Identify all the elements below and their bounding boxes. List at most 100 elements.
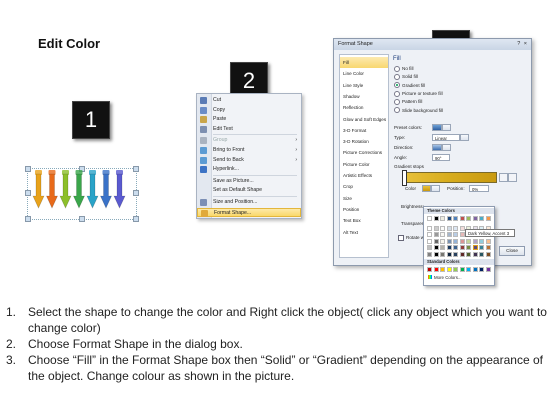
standard-color-swatch[interactable] — [427, 267, 432, 272]
standard-color-swatch[interactable] — [479, 267, 484, 272]
color-swatch[interactable] — [466, 238, 471, 244]
arrow-shape[interactable] — [100, 170, 112, 209]
nav-item-shadow[interactable]: Shadow — [340, 91, 388, 102]
nav-item-text-box[interactable]: Text Box — [340, 215, 388, 226]
radio-button[interactable] — [394, 65, 400, 72]
color-swatch[interactable] — [427, 225, 432, 231]
radio-button[interactable] — [394, 74, 400, 81]
color-swatch[interactable] — [427, 238, 432, 244]
color-swatch[interactable] — [446, 216, 452, 221]
gradient-stop-handle[interactable] — [402, 170, 407, 186]
color-swatch[interactable] — [433, 225, 439, 231]
color-swatch[interactable] — [466, 245, 471, 250]
color-swatch[interactable] — [446, 238, 452, 244]
color-swatch[interactable] — [433, 238, 439, 244]
color-swatch[interactable] — [433, 245, 439, 250]
color-swatch[interactable] — [485, 238, 491, 244]
add-stop-icon[interactable] — [499, 173, 508, 182]
nav-item-size[interactable]: Size — [340, 193, 388, 204]
arrow-shape[interactable] — [86, 170, 99, 209]
fill-option-solid-fill[interactable]: Solid fill — [394, 73, 418, 81]
direction-dropdown[interactable] — [442, 144, 451, 151]
color-swatch[interactable] — [440, 225, 445, 231]
arrow-shape[interactable] — [73, 170, 85, 209]
radio-button[interactable] — [394, 82, 400, 89]
color-swatch[interactable] — [466, 251, 471, 257]
menu-item-group[interactable]: Group › — [197, 136, 301, 145]
nav-item-crop[interactable]: Crop — [340, 181, 388, 192]
gradient-stops-bar[interactable] — [402, 170, 497, 186]
rotate-with-shape-checkbox[interactable]: Rotate w — [398, 234, 424, 242]
color-swatch[interactable] — [459, 251, 465, 257]
menu-item-format-shape[interactable]: Format Shape... — [197, 207, 301, 217]
fill-option-no-fill[interactable]: No fill — [394, 65, 414, 72]
color-swatch[interactable] — [453, 225, 458, 231]
type-select[interactable]: Linear — [432, 134, 460, 141]
standard-color-swatch[interactable] — [485, 267, 491, 272]
color-swatch[interactable] — [440, 232, 445, 237]
color-swatch[interactable] — [472, 245, 478, 250]
nav-item-line-color[interactable]: Line Color — [340, 68, 388, 79]
color-button[interactable] — [422, 185, 431, 192]
color-swatch[interactable] — [453, 216, 458, 221]
color-swatch[interactable] — [459, 225, 465, 231]
standard-color-swatch[interactable] — [446, 267, 452, 272]
color-swatch[interactable] — [479, 216, 484, 221]
menu-item-send-to-back[interactable]: Send to Back › — [197, 156, 301, 165]
menu-item-edit-text[interactable]: Edit Text — [197, 125, 301, 134]
arrow-shape[interactable] — [59, 170, 72, 209]
menu-item-save-as-picture[interactable]: Save as Picture... — [197, 177, 301, 186]
fill-option-slide-background-fill[interactable]: Slide background fill — [394, 107, 443, 114]
nav-item-reflection[interactable]: Reflection — [340, 102, 388, 113]
standard-color-swatch[interactable] — [472, 267, 478, 272]
position-input[interactable]: 0% — [469, 185, 489, 192]
radio-button[interactable] — [394, 107, 400, 114]
menu-item-size-and-position[interactable]: Size and Position... — [197, 198, 301, 207]
menu-item-paste[interactable]: Paste — [197, 115, 301, 124]
standard-color-swatch[interactable] — [433, 267, 439, 272]
arrows-graphic[interactable] — [30, 166, 134, 222]
fill-option-gradient-fill[interactable]: Gradient fill — [394, 82, 425, 89]
close-button[interactable]: Close — [499, 246, 525, 256]
color-swatch[interactable] — [472, 216, 478, 221]
standard-color-swatch[interactable] — [453, 267, 458, 272]
nav-item-3-d-format[interactable]: 3-D Format — [340, 125, 388, 136]
dialog-title-buttons[interactable]: ? × — [517, 39, 528, 50]
color-swatch[interactable] — [433, 232, 439, 237]
chevron-down-icon[interactable] — [460, 134, 469, 141]
color-swatch[interactable] — [433, 216, 439, 221]
preset-colors-dropdown[interactable] — [442, 124, 451, 131]
color-swatch[interactable] — [427, 251, 432, 257]
nav-item-line-style[interactable]: Line Style — [340, 80, 388, 91]
arrow-shape[interactable] — [113, 170, 126, 209]
menu-item-bring-to-front[interactable]: Bring to Front › — [197, 146, 301, 155]
color-swatch[interactable] — [472, 251, 478, 257]
color-swatch[interactable] — [453, 232, 458, 237]
color-swatch[interactable] — [427, 216, 432, 221]
color-swatch[interactable] — [453, 238, 458, 244]
color-swatch[interactable] — [453, 245, 458, 250]
menu-item-cut[interactable]: Cut — [197, 96, 301, 105]
radio-button[interactable] — [394, 90, 400, 97]
nav-item-fill[interactable]: Fill — [340, 57, 388, 68]
color-swatch[interactable] — [446, 251, 452, 257]
nav-item-position[interactable]: Position — [340, 204, 388, 215]
direction-button[interactable] — [432, 144, 442, 151]
fill-option-picture-or-texture-fill[interactable]: Picture or texture fill — [394, 90, 443, 97]
nav-item-picture-color[interactable]: Picture Color — [340, 159, 388, 170]
color-swatch[interactable] — [485, 251, 491, 257]
color-swatch[interactable] — [459, 238, 465, 244]
nav-item-alt-text[interactable]: Alt Text — [340, 227, 388, 238]
nav-item-glow-and-soft-edges[interactable]: Glow and Soft Edges — [340, 114, 388, 125]
arrow-shape[interactable] — [46, 170, 58, 209]
color-swatch[interactable] — [453, 251, 458, 257]
color-swatch[interactable] — [485, 245, 491, 250]
menu-item-copy[interactable]: Copy — [197, 106, 301, 115]
angle-input[interactable]: 90° — [432, 154, 450, 161]
color-swatch[interactable] — [440, 251, 445, 257]
color-swatch[interactable] — [440, 245, 445, 250]
color-swatch[interactable] — [459, 216, 465, 221]
color-swatch[interactable] — [459, 232, 465, 237]
color-swatch[interactable] — [479, 245, 484, 250]
color-swatch[interactable] — [446, 225, 452, 231]
